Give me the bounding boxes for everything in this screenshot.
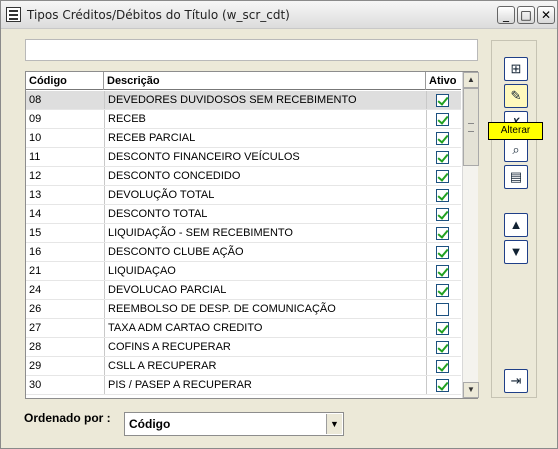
search-input[interactable]	[25, 39, 478, 61]
active-checkbox[interactable]	[436, 322, 449, 335]
cell-code: 15	[29, 227, 42, 239]
vertical-scrollbar[interactable]: ▲ ▼	[462, 72, 479, 398]
table-row[interactable]: 16 DESCONTO CLUBE AÇÃO	[26, 243, 461, 262]
cell-description: DESCONTO CLUBE AÇÃO	[104, 243, 426, 261]
table-row[interactable]: 26 REEMBOLSO DE DESP. DE COMUNICAÇÃO	[26, 300, 461, 319]
edit-icon[interactable]: ✎	[504, 84, 528, 108]
window-title: Tipos Créditos/Débitos do Título (w_scr_…	[27, 8, 290, 22]
table-row[interactable]: 21 LIQUIDAÇAO	[26, 262, 461, 281]
scroll-thumb[interactable]	[463, 88, 479, 166]
credit-debit-table: Código Descrição Ativo 08 DEVEDORES DUVID…	[25, 71, 479, 399]
minimize-button[interactable]: _	[497, 6, 515, 24]
exit-icon[interactable]: ⇥	[504, 369, 528, 393]
cell-description: COFINS A RECUPERAR	[104, 338, 426, 356]
cell-description: RECEB	[104, 110, 426, 128]
cell-code: 14	[29, 208, 42, 220]
active-checkbox[interactable]	[436, 360, 449, 373]
cell-code: 09	[29, 113, 42, 125]
active-checkbox[interactable]	[436, 227, 449, 240]
cell-description: DESCONTO TOTAL	[104, 205, 426, 223]
search-icon[interactable]: ⌕	[504, 138, 528, 162]
cell-description: DEVOLUCAO PARCIAL	[104, 281, 426, 299]
active-checkbox[interactable]	[436, 265, 449, 278]
table-row[interactable]: 24 DEVOLUCAO PARCIAL	[26, 281, 461, 300]
table-body: 08 DEVEDORES DUVIDOSOS SEM RECEBIMENTO 09 R…	[26, 91, 461, 395]
active-checkbox[interactable]	[436, 94, 449, 107]
table-row[interactable]: 14 DESCONTO TOTAL	[26, 205, 461, 224]
cell-description: DESCONTO CONCEDIDO	[104, 167, 426, 185]
active-checkbox[interactable]	[436, 208, 449, 221]
table-row[interactable]: 12 DESCONTO CONCEDIDO	[26, 167, 461, 186]
active-checkbox[interactable]	[436, 170, 449, 183]
cell-description: DESCONTO FINANCEIRO VEÍCULOS	[104, 148, 426, 166]
title-bar: Tipos Créditos/Débitos do Título (w_scr_…	[1, 1, 557, 29]
cell-code: 27	[29, 322, 42, 334]
active-checkbox[interactable]	[436, 284, 449, 297]
active-checkbox[interactable]	[436, 113, 449, 126]
cell-code: 28	[29, 341, 42, 353]
cell-code: 26	[29, 303, 42, 315]
table-row[interactable]: 30 PIS / PASEP A RECUPERAR	[26, 376, 461, 395]
table-row[interactable]: 11 DESCONTO FINANCEIRO VEÍCULOS	[26, 148, 461, 167]
table-row[interactable]: 08 DEVEDORES DUVIDOSOS SEM RECEBIMENTO	[26, 91, 461, 110]
cell-code: 10	[29, 132, 42, 144]
action-toolbar: ⊞ ✎ ✗ ⌕ ▤ ▲ ▼ ⇥	[491, 40, 537, 398]
cell-code: 30	[29, 379, 42, 391]
active-checkbox[interactable]	[436, 303, 449, 316]
active-checkbox[interactable]	[436, 246, 449, 259]
table-row[interactable]: 28 COFINS A RECUPERAR	[26, 338, 461, 357]
table-row[interactable]: 09 RECEB	[26, 110, 461, 129]
cell-code: 08	[29, 94, 42, 106]
scroll-down-button[interactable]: ▼	[463, 382, 479, 398]
order-by-value: Código	[129, 417, 171, 431]
table-row[interactable]: 27 TAXA ADM CARTAO CREDITO	[26, 319, 461, 338]
app-icon	[6, 7, 21, 22]
column-header-description[interactable]: Descrição	[104, 72, 426, 90]
tooltip: Alterar	[488, 122, 543, 140]
cell-description: CSLL A RECUPERAR	[104, 357, 426, 375]
close-button[interactable]: ✕	[537, 6, 555, 24]
cell-description: REEMBOLSO DE DESP. DE COMUNICAÇÃO	[104, 300, 426, 318]
table-header: Código Descrição Ativo	[26, 72, 461, 90]
cell-description: RECEB PARCIAL	[104, 129, 426, 147]
cell-code: 21	[29, 265, 42, 277]
cell-code: 12	[29, 170, 42, 182]
active-checkbox[interactable]	[436, 189, 449, 202]
cell-description: DEVOLUÇÃO TOTAL	[104, 186, 426, 204]
cell-description: LIQUIDAÇAO	[104, 262, 426, 280]
insert-icon[interactable]: ⊞	[504, 57, 528, 81]
order-by-select[interactable]: Código ▼	[124, 412, 344, 436]
cell-description: PIS / PASEP A RECUPERAR	[104, 376, 426, 394]
client-area: Código Descrição Ativo 08 DEVEDORES DUVID…	[5, 30, 554, 446]
cell-code: 29	[29, 360, 42, 372]
active-checkbox[interactable]	[436, 132, 449, 145]
move-down-icon[interactable]: ▼	[504, 240, 528, 264]
table-row[interactable]: 29 CSLL A RECUPERAR	[26, 357, 461, 376]
active-checkbox[interactable]	[436, 341, 449, 354]
cell-code: 16	[29, 246, 42, 258]
cell-code: 13	[29, 189, 42, 201]
active-checkbox[interactable]	[436, 379, 449, 392]
move-up-icon[interactable]: ▲	[504, 213, 528, 237]
table-row[interactable]: 10 RECEB PARCIAL	[26, 129, 461, 148]
table-row[interactable]: 13 DEVOLUÇÃO TOTAL	[26, 186, 461, 205]
report-icon[interactable]: ▤	[504, 165, 528, 189]
column-header-code[interactable]: Código	[26, 72, 104, 90]
table-row[interactable]: 15 LIQUIDAÇÃO - SEM RECEBIMENTO	[26, 224, 461, 243]
order-by-label: Ordenado por :	[24, 411, 111, 425]
column-header-active[interactable]: Ativo	[426, 72, 461, 90]
chevron-down-icon[interactable]: ▼	[326, 414, 342, 434]
cell-code: 11	[29, 151, 41, 163]
cell-description: TAXA ADM CARTAO CREDITO	[104, 319, 426, 337]
scroll-up-button[interactable]: ▲	[463, 72, 479, 88]
cell-description: LIQUIDAÇÃO - SEM RECEBIMENTO	[104, 224, 426, 242]
cell-description: DEVEDORES DUVIDOSOS SEM RECEBIMENTO	[104, 91, 426, 109]
main-window: Tipos Créditos/Débitos do Título (w_scr_…	[0, 0, 558, 449]
cell-code: 24	[29, 284, 42, 296]
maximize-button[interactable]: □	[517, 6, 535, 24]
active-checkbox[interactable]	[436, 151, 449, 164]
